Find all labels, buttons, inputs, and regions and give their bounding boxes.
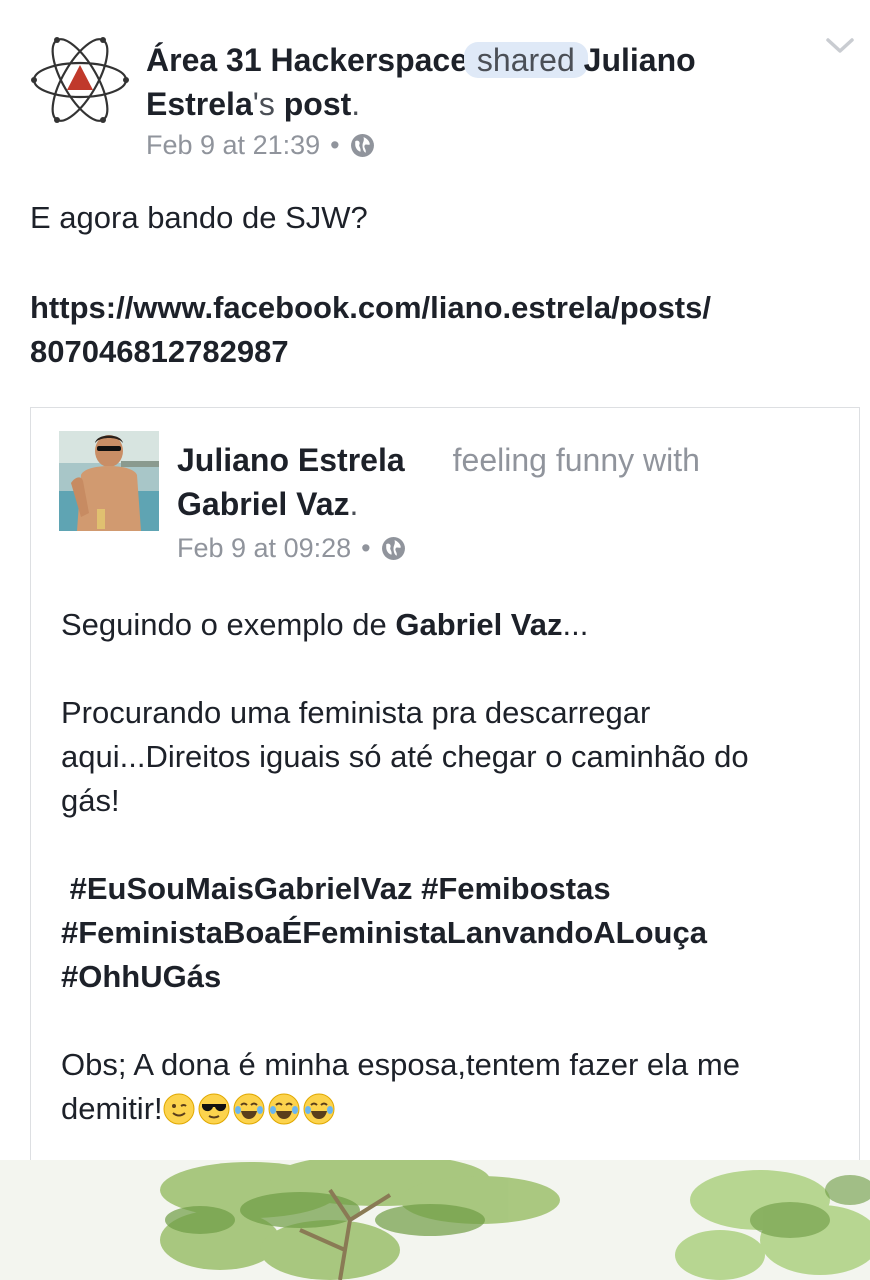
line1-prefix: Seguindo o exemplo de bbox=[61, 607, 396, 642]
author-avatar[interactable] bbox=[59, 431, 159, 531]
hashtag-line-1[interactable]: #EuSouMaisGabrielVaz #Femibostas bbox=[61, 867, 841, 911]
tagged-user-link[interactable]: Gabriel Vaz bbox=[177, 486, 350, 522]
tears-of-joy-icon bbox=[303, 1093, 335, 1125]
chevron-down-icon[interactable] bbox=[822, 30, 858, 60]
atom-logo-icon bbox=[31, 37, 129, 123]
globe-icon bbox=[350, 134, 374, 157]
mention-link[interactable]: Gabriel Vaz bbox=[395, 607, 562, 642]
post-text: E agora bando de SJW? bbox=[30, 200, 368, 235]
profile-photo bbox=[59, 431, 159, 531]
obs-line-1: Obs; A dona é minha esposa,tentem fazer … bbox=[61, 1047, 740, 1082]
possessive-label: 's bbox=[252, 86, 284, 122]
post-header: Área 31 Hackerspace shared Juliano Estre… bbox=[146, 38, 786, 126]
embed-meta: Feb 9 at 09:28 • bbox=[177, 533, 406, 564]
post-url-link[interactable]: https://www.facebook.com/liano.estrela/p… bbox=[30, 286, 830, 374]
wink-face-icon bbox=[163, 1093, 195, 1125]
embed-header-period: . bbox=[349, 486, 359, 522]
post-photo[interactable] bbox=[0, 1160, 870, 1280]
shared-original-post[interactable]: Juliano Estrela feeling funny with Gabrie… bbox=[30, 407, 860, 1168]
page-name-link[interactable]: Área 31 Hackerspace bbox=[146, 42, 468, 78]
embed-author-link[interactable]: Juliano Estrela bbox=[177, 442, 405, 478]
feeling-label: feeling funny with bbox=[452, 442, 700, 478]
body-line-1: Seguindo o exemplo de Gabriel Vaz... bbox=[61, 603, 841, 647]
url-line-1: https://www.facebook.com/liano.estrela/p… bbox=[30, 290, 711, 325]
tears-of-joy-icon bbox=[268, 1093, 300, 1125]
url-line-2: 807046812782987 bbox=[30, 334, 289, 369]
body-para2-line1: Procurando uma feminista pra descarregar bbox=[61, 695, 651, 730]
body-para2-line3: gás! bbox=[61, 783, 120, 818]
shared-label: shared bbox=[464, 42, 588, 78]
line1-suffix: ... bbox=[562, 607, 589, 642]
embed-body: Seguindo o exemplo de Gabriel Vaz... Pro… bbox=[61, 603, 841, 1131]
globe-icon bbox=[381, 537, 405, 560]
shared-post: Área 31 Hackerspace shared Juliano Estre… bbox=[0, 0, 870, 1168]
embed-timestamp[interactable]: Feb 9 at 09:28 bbox=[177, 533, 351, 564]
hashtag-line-3[interactable]: #OhhUGás bbox=[61, 955, 841, 999]
tree-photo bbox=[0, 1160, 870, 1280]
embed-header: Juliano Estrela feeling funny with Gabrie… bbox=[177, 438, 817, 526]
body-para2-line2: aqui...Direitos iguais só até chegar o c… bbox=[61, 739, 749, 774]
post-timestamp[interactable]: Feb 9 at 21:39 bbox=[146, 130, 320, 161]
tears-of-joy-icon bbox=[233, 1093, 265, 1125]
header-period: . bbox=[351, 86, 361, 122]
meta-separator: • bbox=[330, 130, 340, 160]
obs-line-2-text: demitir! bbox=[61, 1091, 163, 1126]
embed-meta-separator: • bbox=[361, 533, 371, 563]
post-meta: Feb 9 at 21:39 • bbox=[146, 130, 375, 161]
hashtag-line-2[interactable]: #FeministaBoaÉFeministaLanvandoALouça bbox=[61, 911, 841, 955]
sunglasses-face-icon bbox=[198, 1093, 230, 1125]
post-link[interactable]: post bbox=[284, 86, 352, 122]
page-avatar[interactable] bbox=[30, 30, 130, 130]
obs-line-2: demitir! bbox=[61, 1087, 841, 1131]
